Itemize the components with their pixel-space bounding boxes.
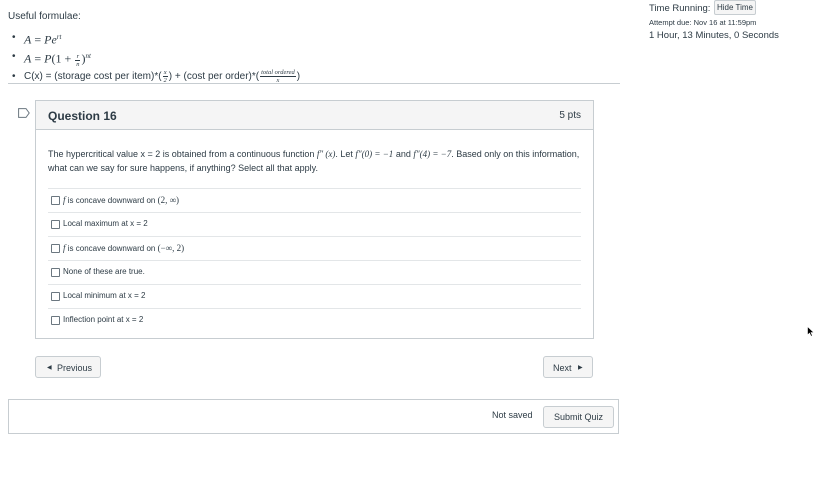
formula-fraction: total ordered x	[260, 68, 296, 84]
formula-cost: C(x) = (storage cost per item)*(x2) + (c…	[12, 69, 300, 84]
answer-checkbox[interactable]	[51, 292, 60, 301]
timer-label: Time Running:	[649, 3, 711, 14]
answer-option[interactable]: Local minimum at x = 2	[48, 284, 581, 308]
mouse-pointer-icon	[807, 326, 815, 337]
answer-checkbox[interactable]	[51, 196, 60, 205]
formula-fraction: rn	[75, 52, 81, 68]
question-header: Question 16 5 pts	[36, 101, 593, 130]
divider	[8, 83, 620, 84]
answer-label: Inflection point at x = 2	[63, 315, 144, 324]
chevron-right-icon: ▶	[578, 365, 583, 371]
question-title: Question 16	[48, 109, 117, 123]
answer-checkbox[interactable]	[51, 220, 60, 229]
question-text: The hypercritical value x = 2 is obtaine…	[48, 149, 580, 173]
answer-label: Local minimum at x = 2	[63, 291, 146, 300]
attempt-due: Attempt due: Nov 16 at 11:59pm	[649, 18, 757, 27]
formula-text: ) + (cost per order)*(	[168, 70, 260, 82]
question-points: 5 pts	[559, 110, 581, 121]
answer-label: f is concave downward on (2, ∞)	[63, 195, 179, 205]
hide-time-button[interactable]: Hide Time	[714, 0, 756, 15]
answer-list: f is concave downward on (2, ∞) Local ma…	[48, 188, 581, 332]
bookmark-flag-icon[interactable]	[18, 108, 30, 118]
math-expression: f″(0) = −1	[355, 149, 394, 159]
answer-label: Local maximum at x = 2	[63, 219, 148, 228]
formulae-heading: Useful formulae:	[8, 11, 81, 22]
time-running-value: 1 Hour, 13 Minutes, 0 Seconds	[649, 30, 779, 41]
previous-button[interactable]: ◀ Previous	[35, 356, 101, 378]
formula-continuous: A = Pert	[12, 30, 300, 48]
answer-option[interactable]: f is concave downward on (−∞, 2)	[48, 236, 581, 260]
math-expression: f″ (x)	[316, 149, 336, 159]
save-status: Not saved	[492, 410, 533, 420]
answer-checkbox[interactable]	[51, 316, 60, 325]
previous-label: Previous	[57, 363, 93, 373]
formula-fraction: x2	[162, 68, 168, 84]
formula-text: )	[296, 70, 301, 82]
answer-option[interactable]: Local maximum at x = 2	[48, 212, 581, 236]
formula-lparen: (1 +	[51, 51, 75, 66]
math-expression: f″(4) = −7	[413, 149, 452, 159]
answer-option[interactable]: f is concave downward on (2, ∞)	[48, 188, 581, 212]
formula-exponent: rt	[56, 33, 62, 41]
formula-text: C(x) = (storage cost per item)*(	[24, 70, 162, 82]
answer-checkbox[interactable]	[51, 244, 60, 253]
formula-base: Pe	[44, 32, 57, 47]
answer-label: f is concave downward on (−∞, 2)	[63, 243, 185, 253]
question-card: Question 16 5 pts The hypercritical valu…	[35, 100, 594, 339]
formula-list: A = Pert A = P(1 + rn)nt C(x) = (storage…	[12, 30, 300, 85]
answer-checkbox[interactable]	[51, 268, 60, 277]
chevron-left-icon: ◀	[47, 365, 52, 371]
submit-bar: Not saved Submit Quiz	[8, 399, 619, 434]
next-button[interactable]: Next ▶	[543, 356, 593, 378]
formula-exponent: nt	[85, 52, 91, 61]
answer-option[interactable]: None of these are true.	[48, 260, 581, 284]
formula-compound: A = P(1 + rn)nt	[12, 49, 300, 67]
formula-eq: =	[31, 51, 45, 66]
answer-label: None of these are true.	[63, 267, 145, 276]
next-label: Next	[553, 363, 572, 373]
formula-eq: =	[31, 32, 45, 47]
submit-quiz-button[interactable]: Submit Quiz	[543, 406, 614, 428]
answer-option[interactable]: Inflection point at x = 2	[48, 308, 581, 332]
